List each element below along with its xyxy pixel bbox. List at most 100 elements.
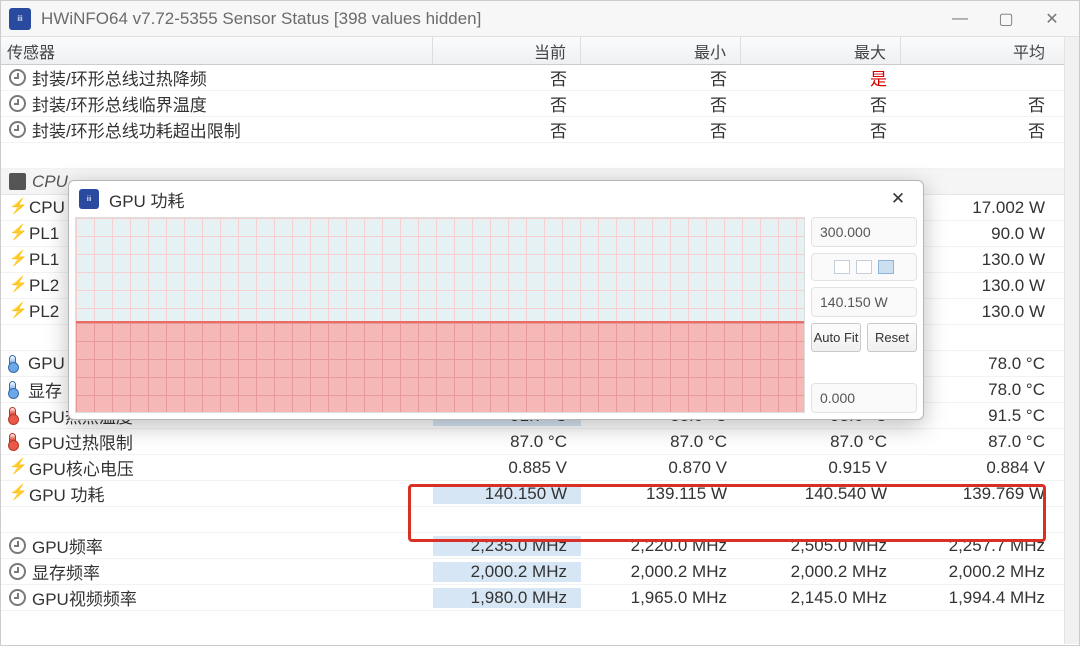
clock-icon xyxy=(9,537,26,554)
val-max: 87.0 °C xyxy=(741,432,901,452)
label: 显存 xyxy=(28,377,62,402)
val-avg: 130.0 W xyxy=(901,276,1059,296)
clock-icon xyxy=(9,95,26,112)
minimize-button[interactable]: — xyxy=(937,2,983,36)
label: GPU核心电压 xyxy=(29,455,134,480)
blank-row xyxy=(1,143,1079,169)
val-cur: 2,235.0 MHz xyxy=(433,536,581,556)
val-avg: 否 xyxy=(901,91,1059,116)
chip-icon xyxy=(9,173,26,190)
section-label: CPU xyxy=(32,172,68,192)
val-min: 1,965.0 MHz xyxy=(581,588,741,608)
bolt-icon: ⚡ xyxy=(9,225,23,242)
val-min: 139.115 W xyxy=(581,484,741,504)
main-titlebar[interactable]: iii HWiNFO64 v7.72-5355 Sensor Status [3… xyxy=(1,1,1079,37)
close-button[interactable]: ✕ xyxy=(1029,2,1075,36)
val-avg: 否 xyxy=(901,117,1059,142)
val-max: 0.915 V xyxy=(741,458,901,478)
row-gpu-vid[interactable]: GPU视频频率 1,980.0 MHz 1,965.0 MHz 2,145.0 … xyxy=(1,585,1079,611)
row-mem-freq[interactable]: 显存频率 2,000.2 MHz 2,000.2 MHz 2,000.2 MHz… xyxy=(1,559,1079,585)
label: GPU过热限制 xyxy=(28,429,133,454)
val-avg: 0.884 V xyxy=(901,458,1059,478)
clock-icon xyxy=(9,563,26,580)
row-gpu-power[interactable]: ⚡GPU 功耗 140.150 W 139.115 W 140.540 W 13… xyxy=(1,481,1079,507)
val-avg: 87.0 °C xyxy=(901,432,1059,452)
thermometer-icon xyxy=(9,355,16,372)
reset-button[interactable]: Reset xyxy=(867,323,917,352)
popup-close-button[interactable]: ✕ xyxy=(881,184,915,214)
col-min[interactable]: 最小 xyxy=(581,37,741,64)
val-cur: 否 xyxy=(433,65,581,90)
clock-icon xyxy=(9,589,26,606)
autofit-button[interactable]: Auto Fit xyxy=(811,323,861,352)
thermometer-icon xyxy=(9,407,16,424)
popup-titlebar[interactable]: iii GPU 功耗 ✕ xyxy=(69,181,923,217)
row-gpu-freq[interactable]: GPU频率 2,235.0 MHz 2,220.0 MHz 2,505.0 MH… xyxy=(1,533,1079,559)
label: PL1 xyxy=(29,224,59,244)
bolt-icon: ⚡ xyxy=(9,485,23,502)
thermometer-icon xyxy=(9,381,16,398)
val-avg: 91.5 °C xyxy=(901,406,1059,426)
val-cur: 否 xyxy=(433,117,581,142)
val-avg: 78.0 °C xyxy=(901,354,1059,374)
col-avg[interactable]: 平均 xyxy=(901,37,1059,64)
val-cur: 1,980.0 MHz xyxy=(433,588,581,608)
val-min: 否 xyxy=(581,117,741,142)
label: GPU视频频率 xyxy=(32,585,137,610)
row-power-exceeded[interactable]: 封装/环形总线功耗超出限制 否 否 否 否 xyxy=(1,117,1079,143)
app-icon: iii xyxy=(9,8,31,30)
bolt-icon: ⚡ xyxy=(9,303,23,320)
col-current[interactable]: 当前 xyxy=(433,37,581,64)
label: GPU频率 xyxy=(32,533,103,558)
label: 封装/环形总线临界温度 xyxy=(32,91,207,116)
table-header[interactable]: 传感器 当前 最小 最大 平均 xyxy=(1,37,1079,65)
clock-icon xyxy=(9,121,26,138)
val-max: 2,505.0 MHz xyxy=(741,536,901,556)
popup-body: 300.000 140.150 W Auto Fit Reset 0.000 xyxy=(69,217,923,419)
row-gpu-throttle[interactable]: GPU过热限制 87.0 °C 87.0 °C 87.0 °C 87.0 °C xyxy=(1,429,1079,455)
col-sensor[interactable]: 传感器 xyxy=(1,37,433,64)
val-max: 2,000.2 MHz xyxy=(741,562,901,582)
val-avg: 2,257.7 MHz xyxy=(901,536,1059,556)
thermometer-icon xyxy=(9,433,16,450)
graph-popup[interactable]: iii GPU 功耗 ✕ 300.000 140.150 W Auto Fit … xyxy=(68,180,924,420)
val-avg: 130.0 W xyxy=(901,250,1059,270)
val-avg: 2,000.2 MHz xyxy=(901,562,1059,582)
val-min: 2,000.2 MHz xyxy=(581,562,741,582)
swatch-3[interactable] xyxy=(878,260,894,274)
maximize-button[interactable]: ▢ xyxy=(983,2,1029,36)
legend-swatches[interactable] xyxy=(811,253,917,281)
bolt-icon: ⚡ xyxy=(9,277,23,294)
chart-fill xyxy=(76,321,804,412)
chart-side-panel: 300.000 140.150 W Auto Fit Reset 0.000 xyxy=(811,217,917,413)
val-min: 2,220.0 MHz xyxy=(581,536,741,556)
label: 封装/环形总线功耗超出限制 xyxy=(32,117,241,142)
label: GPU 功耗 xyxy=(29,481,105,506)
val-max: 是 xyxy=(741,65,901,90)
col-max[interactable]: 最大 xyxy=(741,37,901,64)
label: PL2 xyxy=(29,276,59,296)
val-max: 否 xyxy=(741,117,901,142)
bolt-icon: ⚡ xyxy=(9,251,23,268)
vertical-scrollbar[interactable] xyxy=(1064,37,1079,644)
y-min-label: 0.000 xyxy=(811,383,917,413)
y-max-label: 300.000 xyxy=(811,217,917,247)
bolt-icon: ⚡ xyxy=(9,459,23,476)
window-controls: — ▢ ✕ xyxy=(937,2,1075,36)
val-cur: 140.150 W xyxy=(433,484,581,504)
blank-row xyxy=(1,507,1079,533)
val-min: 否 xyxy=(581,91,741,116)
val-max: 否 xyxy=(741,91,901,116)
row-crit-temp[interactable]: 封装/环形总线临界温度 否 否 否 否 xyxy=(1,91,1079,117)
app-icon: iii xyxy=(79,189,99,209)
gpu-power-chart[interactable] xyxy=(75,217,805,413)
val-max: 140.540 W xyxy=(741,484,901,504)
bolt-icon: ⚡ xyxy=(9,199,23,216)
row-gpu-core-v[interactable]: ⚡GPU核心电压 0.885 V 0.870 V 0.915 V 0.884 V xyxy=(1,455,1079,481)
val-avg: 130.0 W xyxy=(901,302,1059,322)
val-avg: 1,994.4 MHz xyxy=(901,588,1059,608)
swatch-1[interactable] xyxy=(834,260,850,274)
swatch-2[interactable] xyxy=(856,260,872,274)
val-cur: 否 xyxy=(433,91,581,116)
row-therm-throttle[interactable]: 封装/环形总线过热降频 否 否 是 xyxy=(1,65,1079,91)
